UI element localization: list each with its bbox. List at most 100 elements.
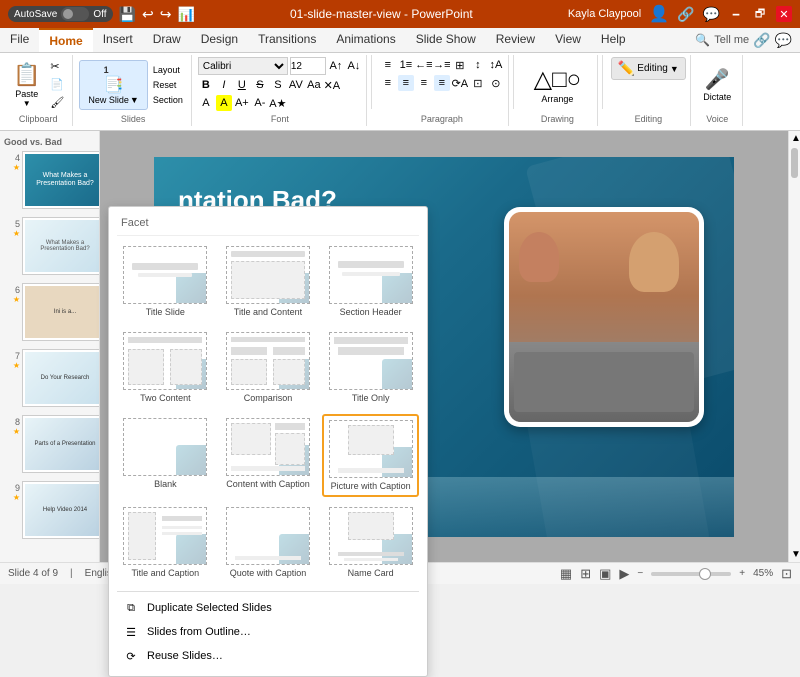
zoom-in-btn[interactable]: + <box>739 568 745 579</box>
cut-btn[interactable]: ✂ <box>46 58 68 75</box>
format-painter-btn[interactable]: 🖌 <box>46 94 68 111</box>
menu-slides-from-outline[interactable]: ☰ Slides from Outline… <box>117 620 419 644</box>
layout-item-tac[interactable]: Title and Caption <box>117 503 214 583</box>
sort-btn[interactable]: ↕A <box>488 57 504 73</box>
dictate-button[interactable]: 🎤 Dictate <box>698 64 736 105</box>
text-align-btn[interactable]: ⊡ <box>470 75 486 91</box>
paste-button[interactable]: 📋 Paste ▼ <box>8 59 45 111</box>
layout-item-qwc[interactable]: Quote with Caption <box>220 503 317 583</box>
redo-icon[interactable]: ↪ <box>160 6 172 23</box>
slide-thumb-6[interactable]: Ini is a... <box>22 283 100 341</box>
char-spacing-btn[interactable]: AV <box>288 77 304 93</box>
shadow-btn[interactable]: S <box>270 77 286 93</box>
align-left-btn[interactable]: ≡ <box>380 75 396 91</box>
strikethrough-btn[interactable]: S <box>252 77 268 93</box>
presentation-icon[interactable]: 📊 <box>177 6 194 23</box>
view-reading-btn[interactable]: ▣ <box>599 566 611 582</box>
highlight-btn[interactable]: A <box>216 95 232 111</box>
layout-item-section-header[interactable]: Section Header <box>322 242 419 322</box>
tab-file[interactable]: File <box>0 28 39 52</box>
increase-font-btn[interactable]: A↑ <box>328 58 344 74</box>
slide-thumb-4[interactable]: What Makes a Presentation Bad? <box>22 151 100 209</box>
save-icon[interactable]: 💾 <box>119 6 136 23</box>
ribbon-comment-icon[interactable]: 💬 <box>775 32 792 49</box>
editing-badge[interactable]: ✏️ Editing ▼ <box>611 57 686 80</box>
close-btn[interactable]: ✕ <box>776 6 792 22</box>
tab-draw[interactable]: Draw <box>143 28 191 52</box>
slide-thumb-8[interactable]: Parts of a Presentation <box>22 415 100 473</box>
tab-view[interactable]: View <box>545 28 591 52</box>
zoom-slider[interactable] <box>651 572 731 576</box>
reset-btn[interactable]: Reset <box>149 78 187 92</box>
layout-item-title-content[interactable]: Title and Content <box>220 242 317 322</box>
copy-btn[interactable]: 📄 <box>46 76 68 93</box>
italic-btn[interactable]: I <box>216 77 232 93</box>
align-center-btn[interactable]: ≡ <box>398 75 414 91</box>
layout-item-title-slide[interactable]: Title Slide <box>117 242 214 322</box>
tab-transitions[interactable]: Transitions <box>248 28 326 52</box>
layout-item-blank[interactable]: Blank <box>117 414 214 498</box>
slide-thumb-5[interactable]: What Makes a Presentation Bad? <box>22 217 100 275</box>
clear-format-btn[interactable]: ✕A <box>324 77 340 93</box>
fit-slide-btn[interactable]: ⊡ <box>781 566 792 582</box>
font-size-down-btn[interactable]: A- <box>252 95 268 111</box>
layout-item-nc[interactable]: Name Card <box>322 503 419 583</box>
right-scrollbar[interactable]: ▲ ▼ <box>788 131 800 562</box>
increase-indent-btn[interactable]: →≡ <box>434 57 450 73</box>
view-normal-btn[interactable]: ▦ <box>560 566 572 582</box>
font-color-btn[interactable]: A <box>198 95 214 111</box>
autosave-toggle[interactable] <box>61 7 89 21</box>
layout-item-comparison[interactable]: Comparison <box>220 328 317 408</box>
slide-thumb-9[interactable]: Help Video 2014 <box>22 481 100 539</box>
decrease-font-btn[interactable]: A↓ <box>346 58 362 74</box>
comments-icon[interactable]: 💬 <box>703 6 720 23</box>
section-btn[interactable]: Section <box>149 93 187 107</box>
font-size-up-btn[interactable]: A+ <box>234 95 250 111</box>
layout-item-title-only[interactable]: Title Only <box>322 328 419 408</box>
ribbon-share-icon[interactable]: 🔗 <box>753 32 770 49</box>
align-right-btn[interactable]: ≡ <box>416 75 432 91</box>
tab-review[interactable]: Review <box>486 28 545 52</box>
scroll-up-btn[interactable]: ▲ <box>789 131 800 146</box>
scroll-down-btn[interactable]: ▼ <box>789 547 800 562</box>
smartart-btn[interactable]: ⊙ <box>488 75 504 91</box>
font-family-select[interactable]: Calibri <box>198 57 288 75</box>
layout-item-cwc[interactable]: Content with Caption <box>220 414 317 498</box>
tab-design[interactable]: Design <box>191 28 248 52</box>
line-spacing-btn[interactable]: ↕ <box>470 57 486 73</box>
restore-btn[interactable]: 🗗 <box>752 6 768 22</box>
font-fx-btn[interactable]: A★ <box>270 95 286 111</box>
tab-animations[interactable]: Animations <box>326 28 405 52</box>
case-btn[interactable]: Aa <box>306 77 322 93</box>
menu-reuse-slides[interactable]: ⟳ Reuse Slides… <box>117 644 419 668</box>
zoom-level[interactable]: 45% <box>753 568 773 579</box>
font-size-input[interactable] <box>290 57 326 75</box>
cols-btn[interactable]: ⊞ <box>452 57 468 73</box>
decrease-indent-btn[interactable]: ←≡ <box>416 57 432 73</box>
view-slide-sorter-btn[interactable]: ⊞ <box>580 566 591 582</box>
bullets-btn[interactable]: ≡ <box>380 57 396 73</box>
zoom-out-btn[interactable]: − <box>637 568 643 579</box>
new-slide-button[interactable]: 1 📑 New Slide ▼ <box>79 60 147 110</box>
minimize-btn[interactable]: 🗕 <box>728 6 744 22</box>
text-dir-btn[interactable]: ⟳A <box>452 75 468 91</box>
bold-btn[interactable]: B <box>198 77 214 93</box>
tab-insert[interactable]: Insert <box>93 28 143 52</box>
tab-slideshow[interactable]: Slide Show <box>406 28 486 52</box>
tab-home[interactable]: Home <box>39 28 92 52</box>
tab-help[interactable]: Help <box>591 28 636 52</box>
arrange-btn[interactable]: Arrange <box>541 94 573 104</box>
share-icon[interactable]: 🔗 <box>677 6 694 23</box>
scrollbar-thumb[interactable] <box>791 148 798 178</box>
justify-btn[interactable]: ≡ <box>434 75 450 91</box>
slideshow-btn[interactable]: ▶ <box>619 566 629 582</box>
layout-item-pwc[interactable]: Picture with Caption <box>322 414 419 498</box>
layout-btn[interactable]: Layout <box>149 63 187 77</box>
shapes-icon[interactable]: △□○ <box>534 65 581 94</box>
undo-icon[interactable]: ↩ <box>142 6 154 23</box>
layout-item-two-content[interactable]: Two Content <box>117 328 214 408</box>
autosave-badge[interactable]: AutoSave Off <box>8 6 113 22</box>
numbering-btn[interactable]: 1≡ <box>398 57 414 73</box>
underline-btn[interactable]: U <box>234 77 250 93</box>
slide-thumb-7[interactable]: Do Your Research <box>22 349 100 407</box>
